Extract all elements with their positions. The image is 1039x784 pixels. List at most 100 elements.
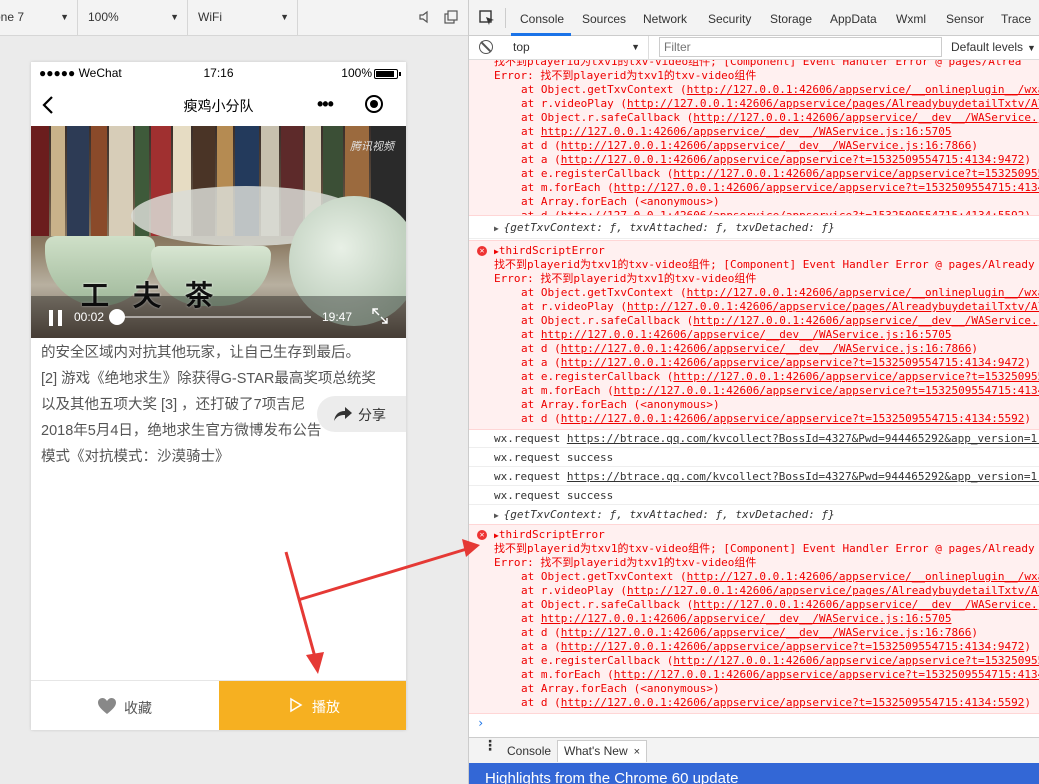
pause-icon[interactable] xyxy=(49,310,63,326)
stack-frame-text: at Object.r.safeCallback ( xyxy=(521,598,694,611)
stack-frame-link[interactable]: http://127.0.0.1:42606/appservice/__onli… xyxy=(687,83,1039,96)
stack-frame-link[interactable]: http://127.0.0.1:42606/appservice/__onli… xyxy=(687,286,1039,299)
favorite-label: 收藏 xyxy=(124,700,152,716)
stack-frame-link[interactable]: http://127.0.0.1:42606/appservice/appser… xyxy=(561,696,1025,709)
log-link[interactable]: https://btrace.qq.com/kvcollect?BossId=4… xyxy=(567,470,1039,483)
tab-appdata[interactable]: AppData xyxy=(830,12,877,26)
article-line: [2] 游戏《绝地求生》除获得G-STAR最高奖项总统奖 xyxy=(41,371,376,387)
clear-console-icon[interactable] xyxy=(479,40,493,54)
stack-frame-text: at a ( xyxy=(521,640,561,653)
stack-frame: at http://127.0.0.1:42606/appservice/__d… xyxy=(521,612,951,626)
device-select[interactable]: one 7 ▼ xyxy=(0,0,78,35)
detach-window-icon[interactable] xyxy=(444,10,458,24)
stack-frame-link[interactable]: http://127.0.0.1:42606/appservice/appser… xyxy=(614,668,1039,681)
stack-frame-link[interactable]: http://127.0.0.1:42606/appservice/__dev_… xyxy=(693,111,1039,124)
tab-console[interactable]: Console xyxy=(520,12,564,26)
expand-triangle-icon[interactable]: ▶ xyxy=(494,511,504,520)
tab-sensor[interactable]: Sensor xyxy=(946,12,984,26)
log-levels-select[interactable]: Default levels ▼ xyxy=(951,40,1036,54)
error-title-line: ▶thirdScriptError xyxy=(494,528,605,543)
console-error-entry: 找不到playerid为txv1的txv-video组件; [Component… xyxy=(469,60,1039,216)
stack-frame-link[interactable]: http://127.0.0.1:42606/appservice/appser… xyxy=(561,153,1025,166)
more-menu-icon[interactable]: ••• xyxy=(317,95,334,113)
share-button[interactable]: 分享 xyxy=(317,396,406,432)
stack-frame-link[interactable]: http://127.0.0.1:42606/appservice/__dev_… xyxy=(541,612,952,625)
stack-frame-paren: ) xyxy=(1024,209,1031,216)
stack-frame-text: at m.forEach ( xyxy=(521,668,614,681)
stack-frame-paren: ) xyxy=(1024,153,1031,166)
stack-frame-text: at m.forEach ( xyxy=(521,384,614,397)
drawer-menu-icon[interactable]: ⋮ xyxy=(483,738,497,757)
stack-frame-text: at d ( xyxy=(521,139,561,152)
play-button[interactable]: 播放 xyxy=(219,681,406,730)
stack-frame-link[interactable]: http://127.0.0.1:42606/appservice/appser… xyxy=(561,412,1025,425)
stack-frame-link[interactable]: http://127.0.0.1:42606/appservice/appser… xyxy=(614,181,1039,194)
console-object-entry[interactable]: ▶ {getTxvContext: ƒ, txvAttached: ƒ, txv… xyxy=(469,217,1039,239)
inspect-element-icon[interactable] xyxy=(479,10,495,26)
stack-frame: at Object.r.safeCallback (http://127.0.0… xyxy=(521,314,1039,328)
nav-bar: 瘐鸡小分队 ••• xyxy=(31,84,406,126)
tab-trace[interactable]: Trace xyxy=(1001,12,1031,26)
stack-frame-link[interactable]: http://127.0.0.1:42606/appservice/__dev_… xyxy=(561,139,972,152)
stack-frame-text: at a ( xyxy=(521,153,561,166)
network-select[interactable]: WiFi ▼ xyxy=(188,0,298,35)
drawer-tab-whats-new[interactable]: What's New × xyxy=(557,740,648,762)
stack-frame-link[interactable]: http://127.0.0.1:42606/appservice/appser… xyxy=(561,209,1025,215)
console-object-entry[interactable]: ▶ {getTxvContext: ƒ, txvAttached: ƒ, txv… xyxy=(469,505,1039,526)
log-levels-value: Default levels xyxy=(951,40,1024,54)
stack-frame-link[interactable]: http://127.0.0.1:42606/appservice/pages/… xyxy=(627,97,1039,110)
expand-triangle-icon[interactable]: ▶ xyxy=(494,224,504,233)
stack-frame-text: at d ( xyxy=(521,626,561,639)
tab-network[interactable]: Network xyxy=(643,12,687,26)
object-summary: {getTxvContext: ƒ, txvAttached: ƒ, txvDe… xyxy=(503,508,835,521)
progress-bar[interactable] xyxy=(109,309,311,325)
context-select[interactable]: top ▼ xyxy=(505,36,649,59)
favorite-button[interactable]: 收藏 xyxy=(31,681,219,730)
stack-frame-link[interactable]: http://127.0.0.1:42606/appservice/__dev_… xyxy=(693,598,1039,611)
divider xyxy=(505,8,506,28)
zoom-select[interactable]: 100% ▼ xyxy=(78,0,188,35)
object-summary: {getTxvContext: ƒ, txvAttached: ƒ, txvDe… xyxy=(503,221,835,234)
stack-frame-link[interactable]: http://127.0.0.1:42606/appservice/appser… xyxy=(561,356,1025,369)
stack-frame-link[interactable]: http://127.0.0.1:42606/appservice/__dev_… xyxy=(693,314,1039,327)
log-link[interactable]: https://btrace.qq.com/kvcollect?BossId=4… xyxy=(567,432,1039,445)
stack-frame-link[interactable]: http://127.0.0.1:42606/appservice/appser… xyxy=(561,640,1025,653)
video-player[interactable]: 工夫茶 腾讯视频 00:02 19:47 xyxy=(31,126,406,338)
stack-frame: at d (http://127.0.0.1:42606/appservice/… xyxy=(521,696,1031,710)
stack-frame-text: at e.registerCallback ( xyxy=(521,167,674,180)
stack-frame-link[interactable]: http://127.0.0.1:42606/appservice/__dev_… xyxy=(541,328,952,341)
stack-frame-link[interactable]: http://127.0.0.1:42606/appservice/__dev_… xyxy=(561,626,972,639)
close-miniprogram-icon[interactable] xyxy=(365,95,383,113)
tab-wxml[interactable]: Wxml xyxy=(896,12,926,26)
tab-security[interactable]: Security xyxy=(708,12,751,26)
stack-frame-link[interactable]: http://127.0.0.1:42606/appservice/pages/… xyxy=(627,584,1039,597)
speaker-icon[interactable] xyxy=(418,10,432,24)
caret-down-icon: ▼ xyxy=(631,42,640,52)
stack-frame-link[interactable]: http://127.0.0.1:42606/appservice/appser… xyxy=(673,654,1039,667)
devtools-tabbar: Console Sources Network Security Storage… xyxy=(469,0,1039,36)
fullscreen-icon[interactable] xyxy=(371,307,389,325)
stack-frame: at a (http://127.0.0.1:42606/appservice/… xyxy=(521,153,1031,167)
stack-frame-link[interactable]: http://127.0.0.1:42606/appservice/pages/… xyxy=(627,300,1039,313)
drawer-tab-console[interactable]: Console xyxy=(507,744,551,758)
stack-frame: at d (http://127.0.0.1:42606/appservice/… xyxy=(521,139,978,153)
stack-frame: at r.videoPlay (http://127.0.0.1:42606/a… xyxy=(521,584,1039,598)
log-line: wx.request success xyxy=(494,489,614,502)
stack-frame-link[interactable]: http://127.0.0.1:42606/appservice/__dev_… xyxy=(541,125,952,138)
console-prompt[interactable]: › xyxy=(477,716,484,730)
tab-storage[interactable]: Storage xyxy=(770,12,812,26)
stack-frame-link[interactable]: http://127.0.0.1:42606/appservice/appser… xyxy=(673,370,1039,383)
network-select-value: WiFi xyxy=(198,10,222,24)
error-title: thirdScriptError xyxy=(498,244,605,257)
progress-thumb[interactable] xyxy=(109,309,125,325)
stack-frame-link[interactable]: http://127.0.0.1:42606/appservice/appser… xyxy=(673,167,1039,180)
stack-frame-text: at Object.getTxvContext ( xyxy=(521,286,687,299)
error-line: Error: 找不到playerid为txv1的txv-video组件 xyxy=(494,556,757,569)
battery-percent: 100% xyxy=(341,66,372,80)
filter-input[interactable] xyxy=(659,37,942,57)
close-icon[interactable]: × xyxy=(634,746,640,758)
stack-frame-link[interactable]: http://127.0.0.1:42606/appservice/__onli… xyxy=(687,570,1039,583)
stack-frame-link[interactable]: http://127.0.0.1:42606/appservice/appser… xyxy=(614,384,1039,397)
stack-frame-link[interactable]: http://127.0.0.1:42606/appservice/__dev_… xyxy=(561,342,972,355)
tab-sources[interactable]: Sources xyxy=(582,12,626,26)
